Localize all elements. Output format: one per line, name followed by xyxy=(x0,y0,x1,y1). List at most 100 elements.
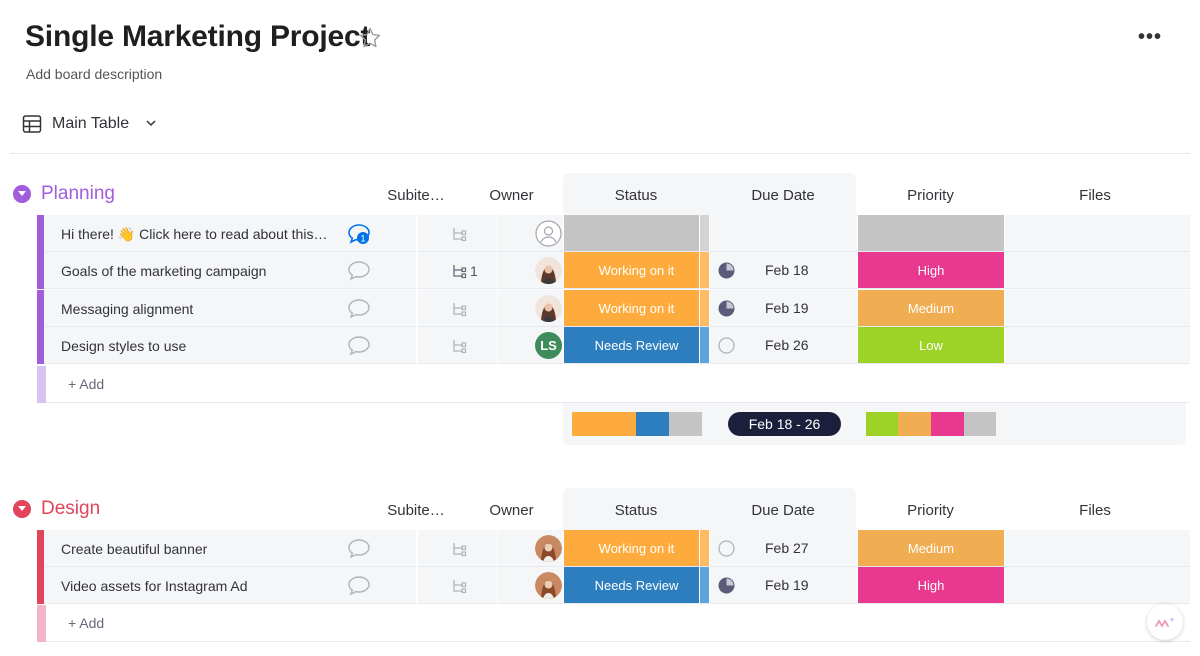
status-cell[interactable] xyxy=(563,215,709,252)
board-description[interactable]: Add board description xyxy=(26,66,162,82)
chevron-down-icon[interactable] xyxy=(139,118,161,130)
status-cell[interactable]: Working on it xyxy=(563,252,709,289)
subitems-cell[interactable] xyxy=(417,215,497,252)
table-row[interactable]: Messaging alignment Working on it Feb 19… xyxy=(37,290,1190,327)
subitems-cell[interactable] xyxy=(417,290,497,327)
add-update-icon[interactable] xyxy=(346,334,372,358)
priority-cell[interactable]: Medium xyxy=(857,530,1004,567)
more-options-button[interactable]: ••• xyxy=(1138,26,1162,49)
item-name[interactable]: Create beautiful banner xyxy=(61,541,331,557)
item-name-cell[interactable]: Video assets for Instagram Ad xyxy=(44,567,416,604)
item-name-cell[interactable]: Design styles to use xyxy=(44,327,416,364)
add-item-row[interactable]: + Add xyxy=(37,605,1190,642)
table-row[interactable]: Goals of the marketing campaign 1 Workin… xyxy=(37,252,1190,289)
subitems-cell[interactable] xyxy=(417,530,497,567)
column-header-due-date[interactable]: Due Date xyxy=(709,502,857,519)
column-header-status[interactable]: Status xyxy=(563,502,709,519)
view-tab-main-table[interactable]: Main Table xyxy=(22,114,161,134)
subitems-icon xyxy=(453,340,467,354)
column-header-priority[interactable]: Priority xyxy=(857,187,1004,204)
column-header-status[interactable]: Status xyxy=(563,187,709,204)
status-edge xyxy=(699,327,709,364)
owner-avatar[interactable] xyxy=(535,295,562,322)
owner-avatar[interactable] xyxy=(535,535,562,562)
item-name-cell[interactable]: Create beautiful banner xyxy=(44,530,416,567)
add-item-button[interactable]: + Add xyxy=(68,376,104,392)
ai-assistant-button[interactable] xyxy=(1147,604,1183,640)
group-collapse-icon[interactable] xyxy=(13,185,31,203)
priority-cell[interactable]: High xyxy=(857,567,1004,604)
row-color-bar xyxy=(37,366,46,403)
row-color-bar xyxy=(37,252,44,289)
add-update-icon[interactable] xyxy=(346,259,372,283)
item-name[interactable]: Design styles to use xyxy=(61,338,331,354)
row-color-bar xyxy=(37,605,46,642)
group-title[interactable]: Design xyxy=(41,498,100,520)
column-header-subitems[interactable]: Subite… xyxy=(380,502,452,519)
empty-avatar-icon[interactable] xyxy=(535,220,562,247)
group-title[interactable]: Planning xyxy=(41,183,115,205)
due-date-cell[interactable]: Feb 26 xyxy=(709,327,857,364)
table-row[interactable]: Video assets for Instagram Ad Needs Revi… xyxy=(37,567,1190,604)
board-title[interactable]: Single Marketing Project xyxy=(25,20,370,54)
date-progress-icon xyxy=(718,262,735,279)
item-name[interactable]: Video assets for Instagram Ad xyxy=(61,578,331,594)
item-name-cell[interactable]: Hi there! 👋 Click here to read about thi… xyxy=(44,215,416,252)
files-cell[interactable] xyxy=(1004,252,1190,289)
files-cell[interactable] xyxy=(1004,530,1190,567)
status-cell[interactable]: Needs Review xyxy=(563,567,709,604)
files-cell[interactable] xyxy=(1004,567,1190,604)
group-collapse-icon[interactable] xyxy=(13,500,31,518)
table-row[interactable]: Create beautiful banner Working on it Fe… xyxy=(37,530,1190,567)
star-icon[interactable] xyxy=(358,26,382,50)
table-row[interactable]: Design styles to use LS Needs Review Feb… xyxy=(37,327,1190,364)
status-summary-bar[interactable] xyxy=(572,412,702,436)
owner-avatar[interactable] xyxy=(535,257,562,284)
files-cell[interactable] xyxy=(1004,327,1190,364)
header-divider xyxy=(10,153,1190,154)
due-date-cell[interactable] xyxy=(709,215,857,252)
column-header-owner[interactable]: Owner xyxy=(460,187,563,204)
priority-cell[interactable]: High xyxy=(857,252,1004,289)
owner-initials-avatar[interactable]: LS xyxy=(535,332,562,359)
column-header-files[interactable]: Files xyxy=(1004,502,1186,519)
due-date-cell[interactable]: Feb 19 xyxy=(709,567,857,604)
column-header-priority[interactable]: Priority xyxy=(857,502,1004,519)
table-row[interactable]: Hi there! 👋 Click here to read about thi… xyxy=(37,215,1190,252)
updates-active-icon[interactable]: 1 xyxy=(346,222,372,246)
files-cell[interactable] xyxy=(1004,215,1190,252)
item-name[interactable]: Messaging alignment xyxy=(61,301,331,317)
add-update-icon[interactable] xyxy=(346,297,372,321)
due-date-cell[interactable]: Feb 19 xyxy=(709,290,857,327)
column-header-files[interactable]: Files xyxy=(1004,187,1186,204)
add-item-row[interactable]: + Add xyxy=(37,366,1190,403)
subitems-count: 1 xyxy=(470,263,478,279)
priority-cell[interactable] xyxy=(857,215,1004,252)
due-date-cell[interactable]: Feb 27 xyxy=(709,530,857,567)
summary-medium xyxy=(898,412,931,436)
column-header-due-date[interactable]: Due Date xyxy=(709,187,857,204)
due-date-cell[interactable]: Feb 18 xyxy=(709,252,857,289)
item-name[interactable]: Hi there! 👋 Click here to read about thi… xyxy=(61,226,331,243)
priority-summary-bar[interactable] xyxy=(866,412,996,436)
status-cell[interactable]: Working on it xyxy=(563,530,709,567)
add-update-icon[interactable] xyxy=(346,537,372,561)
owner-avatar[interactable] xyxy=(535,572,562,599)
item-name-cell[interactable]: Goals of the marketing campaign xyxy=(44,252,416,289)
status-cell[interactable]: Needs Review xyxy=(563,327,709,364)
column-header-owner[interactable]: Owner xyxy=(460,502,563,519)
add-item-button[interactable]: + Add xyxy=(68,615,104,631)
item-name[interactable]: Goals of the marketing campaign xyxy=(61,263,331,279)
column-header-subitems[interactable]: Subite… xyxy=(380,187,452,204)
status-cell[interactable]: Working on it xyxy=(563,290,709,327)
subitems-cell[interactable]: 1 xyxy=(417,252,497,289)
due-date: Feb 27 xyxy=(765,540,809,556)
subitems-cell[interactable] xyxy=(417,567,497,604)
priority-cell[interactable]: Low xyxy=(857,327,1004,364)
subitems-cell[interactable] xyxy=(417,327,497,364)
date-range-summary[interactable]: Feb 18 - 26 xyxy=(728,412,841,436)
priority-cell[interactable]: Medium xyxy=(857,290,1004,327)
add-update-icon[interactable] xyxy=(346,574,372,598)
item-name-cell[interactable]: Messaging alignment xyxy=(44,290,416,327)
files-cell[interactable] xyxy=(1004,290,1190,327)
